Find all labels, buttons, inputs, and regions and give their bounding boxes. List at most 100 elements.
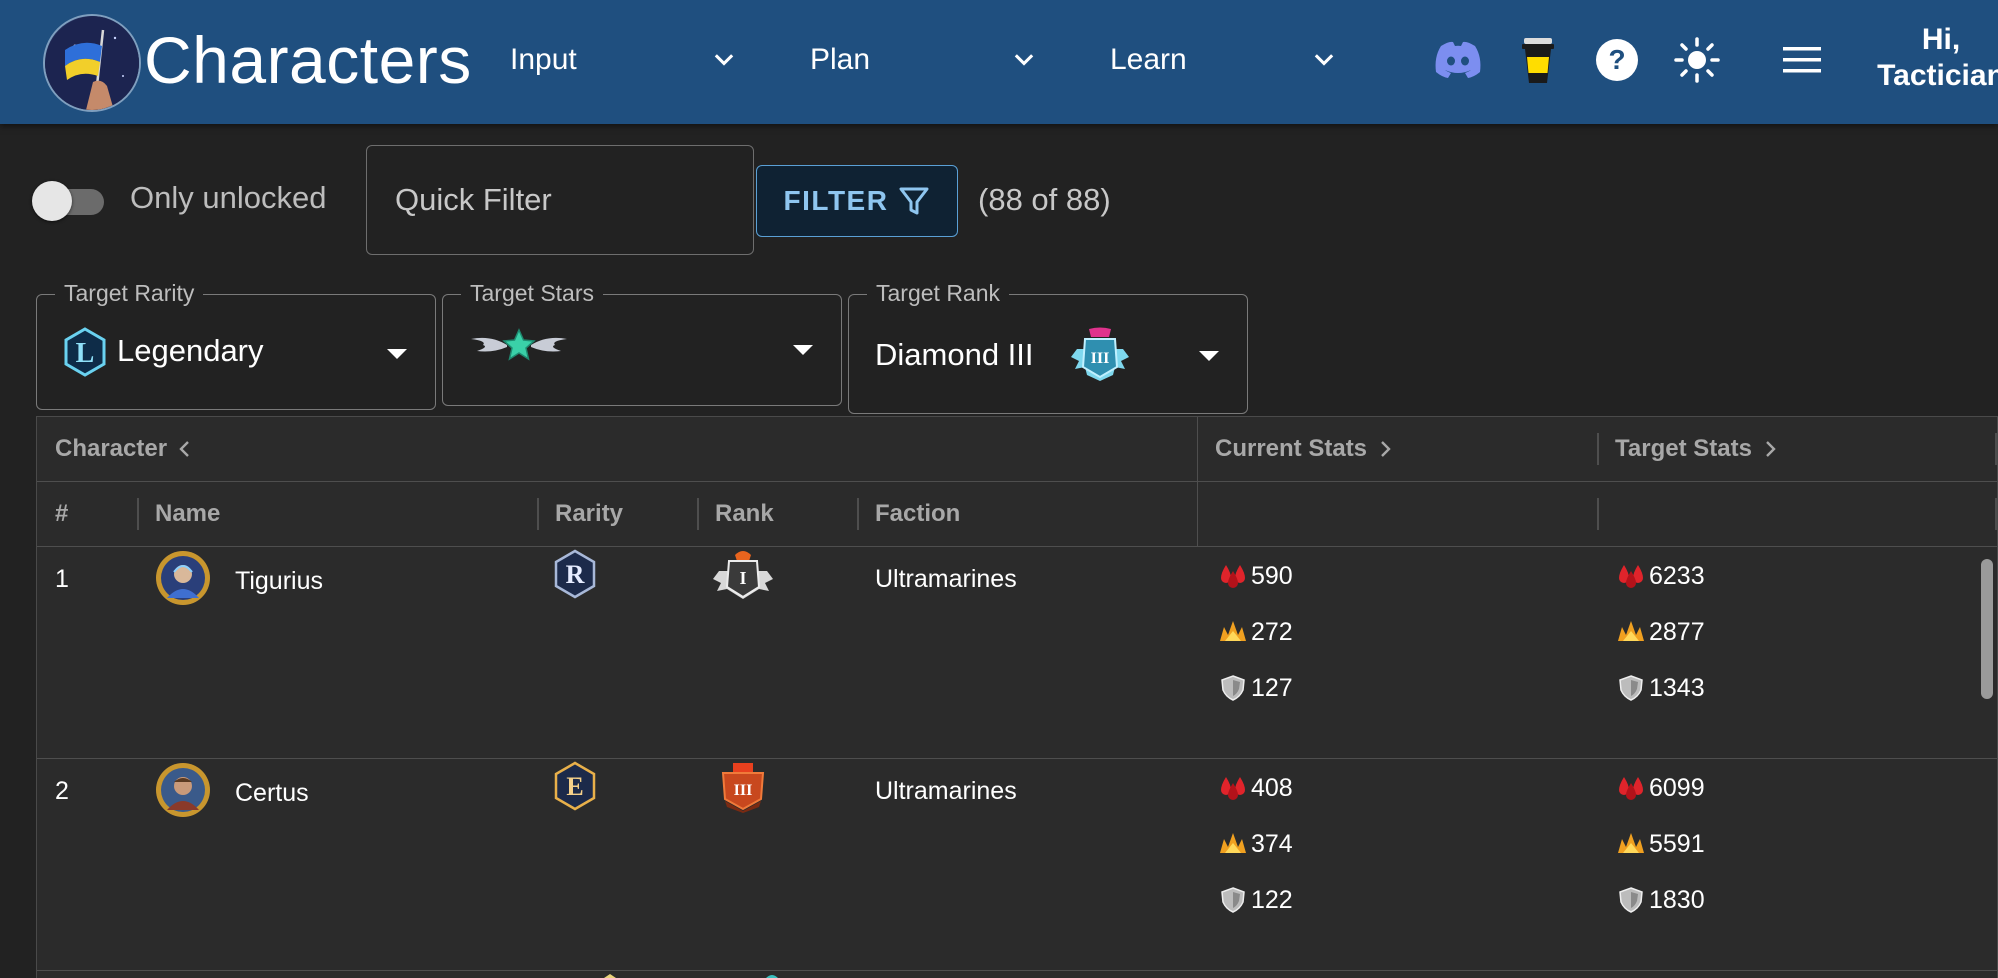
dropdown-caret-icon: [1199, 351, 1219, 361]
page-title: Characters: [144, 23, 472, 97]
dropdown-caret-icon: [387, 349, 407, 359]
stat-value: 1343: [1649, 673, 1705, 702]
app-bar: Characters Input Plan Learn ? Hi, Tactic…: [0, 0, 1998, 124]
current-health-stat: 408: [1219, 771, 1293, 805]
current-armor-stat: 127: [1219, 671, 1293, 705]
stat-value: 127: [1251, 673, 1293, 702]
nav-menu-input[interactable]: Input: [510, 30, 740, 90]
column-header-rank[interactable]: Rank: [715, 482, 774, 546]
column-header-rarity[interactable]: Rarity: [555, 482, 623, 546]
faction-name: Ultramarines: [875, 777, 1017, 805]
group-header-current-stats[interactable]: Current Stats: [1215, 417, 1393, 481]
group-header-label: Current Stats: [1215, 435, 1368, 462]
target-health-stat: 6233: [1617, 559, 1705, 593]
rarity-letter: R: [566, 560, 585, 589]
column-separator[interactable]: [697, 498, 699, 530]
character-avatar[interactable]: [155, 550, 211, 606]
stat-value: 122: [1251, 885, 1293, 914]
character-avatar[interactable]: [155, 762, 211, 818]
target-health-stat: 6099: [1617, 771, 1705, 805]
health-drops-icon: [1619, 565, 1643, 588]
current-damage-stat: 374: [1219, 827, 1293, 861]
row-index: 1: [55, 565, 69, 593]
column-separator[interactable]: [857, 498, 859, 530]
target-rarity-select[interactable]: Target Rarity L Legendary: [36, 278, 436, 410]
character-name: Tigurius: [235, 567, 323, 595]
grid-vertical-scrollbar[interactable]: [1977, 553, 1995, 973]
rank-numeral: III: [734, 782, 753, 799]
chevron-right-icon[interactable]: [1377, 439, 1393, 459]
nav-menu-learn[interactable]: Learn: [1110, 30, 1340, 90]
stat-value: 6099: [1649, 773, 1705, 802]
only-unlocked-label: Only unlocked: [130, 180, 327, 215]
column-header-name[interactable]: Name: [155, 482, 220, 546]
scrollbar-thumb[interactable]: [1981, 559, 1993, 699]
column-header-index[interactable]: #: [55, 482, 68, 546]
damage-burst-icon: [1220, 833, 1246, 853]
row-index: 2: [55, 777, 69, 805]
characters-grid: Character Current Stats Target Stats # N…: [36, 416, 1998, 978]
discord-icon[interactable]: [1428, 30, 1488, 90]
result-count: (88 of 88): [978, 182, 1111, 217]
health-drops-icon: [1619, 777, 1643, 800]
rank-icon: [766, 975, 778, 978]
nav-menu-label: Learn: [1110, 43, 1187, 76]
chevron-down-icon: [714, 54, 734, 66]
group-header-character[interactable]: Character: [55, 417, 193, 481]
stat-value: 408: [1251, 773, 1293, 802]
stat-value: 590: [1251, 561, 1293, 590]
character-avatar: [187, 973, 207, 978]
menu-icon[interactable]: [1772, 30, 1832, 90]
target-rank-label: Target Rank: [867, 278, 1010, 308]
chevron-left-icon[interactable]: [177, 439, 193, 459]
armor-shield-icon: [1221, 887, 1245, 913]
column-separator[interactable]: [1995, 433, 1997, 465]
armor-shield-icon: [1221, 675, 1245, 701]
user-name: Tactician: [1877, 59, 1998, 92]
chevron-right-icon[interactable]: [1762, 439, 1778, 459]
column-separator[interactable]: [1597, 433, 1599, 465]
app-logo[interactable]: [43, 14, 141, 112]
target-rank-value: Diamond III: [875, 337, 1034, 372]
target-stars-select[interactable]: Target Stars: [442, 278, 842, 406]
column-header-faction[interactable]: Faction: [875, 482, 960, 546]
only-unlocked-toggle[interactable]: [30, 181, 108, 221]
target-rank-select[interactable]: Target Rank Diamond III III: [848, 278, 1248, 414]
chevron-down-icon: [1314, 54, 1334, 66]
column-separator[interactable]: [137, 498, 139, 530]
stat-value: 6233: [1649, 561, 1705, 590]
table-row[interactable]: 2 Certus E III Ultramarines 408 374 122 …: [37, 759, 1997, 971]
nav-menu-plan[interactable]: Plan: [810, 30, 1040, 90]
help-icon[interactable]: ?: [1587, 30, 1647, 90]
rarity-letter: E: [566, 772, 583, 801]
column-separator[interactable]: [1597, 498, 1599, 530]
stat-value: 272: [1251, 617, 1293, 646]
greeting-line: Hi,: [1921, 23, 1961, 56]
table-row[interactable]: 1 Tigurius R I Ultramarines 590 272 127 …: [37, 547, 1997, 759]
damage-burst-icon: [1618, 621, 1644, 641]
group-header-target-stats[interactable]: Target Stats: [1615, 417, 1778, 481]
target-armor-stat: 1830: [1617, 883, 1705, 917]
health-drops-icon: [1221, 777, 1245, 800]
target-damage-stat: 5591: [1617, 827, 1705, 861]
target-rarity-value: Legendary: [117, 333, 264, 368]
toggle-thumb: [32, 181, 72, 221]
coffee-cup-icon[interactable]: [1508, 30, 1568, 90]
winged-star-icon: [471, 328, 567, 361]
user-greeting[interactable]: Hi, Tactician: [1866, 22, 1998, 94]
quick-filter-input[interactable]: [366, 145, 754, 255]
health-drops-icon: [1221, 565, 1245, 588]
group-header-label: Character: [55, 435, 168, 462]
filter-funnel-icon: [899, 187, 929, 215]
armor-shield-icon: [1619, 887, 1643, 913]
brightness-icon[interactable]: [1667, 30, 1727, 90]
character-name: Certus: [235, 779, 309, 807]
chevron-down-icon: [1014, 54, 1034, 66]
column-separator[interactable]: [537, 498, 539, 530]
filter-button[interactable]: FILTER: [756, 165, 958, 237]
bronze-rank-icon: III: [721, 763, 765, 813]
column-separator[interactable]: [1995, 498, 1997, 530]
stat-value: 5591: [1649, 829, 1705, 858]
table-row[interactable]: [37, 971, 1997, 978]
stat-value: 2877: [1649, 617, 1705, 646]
